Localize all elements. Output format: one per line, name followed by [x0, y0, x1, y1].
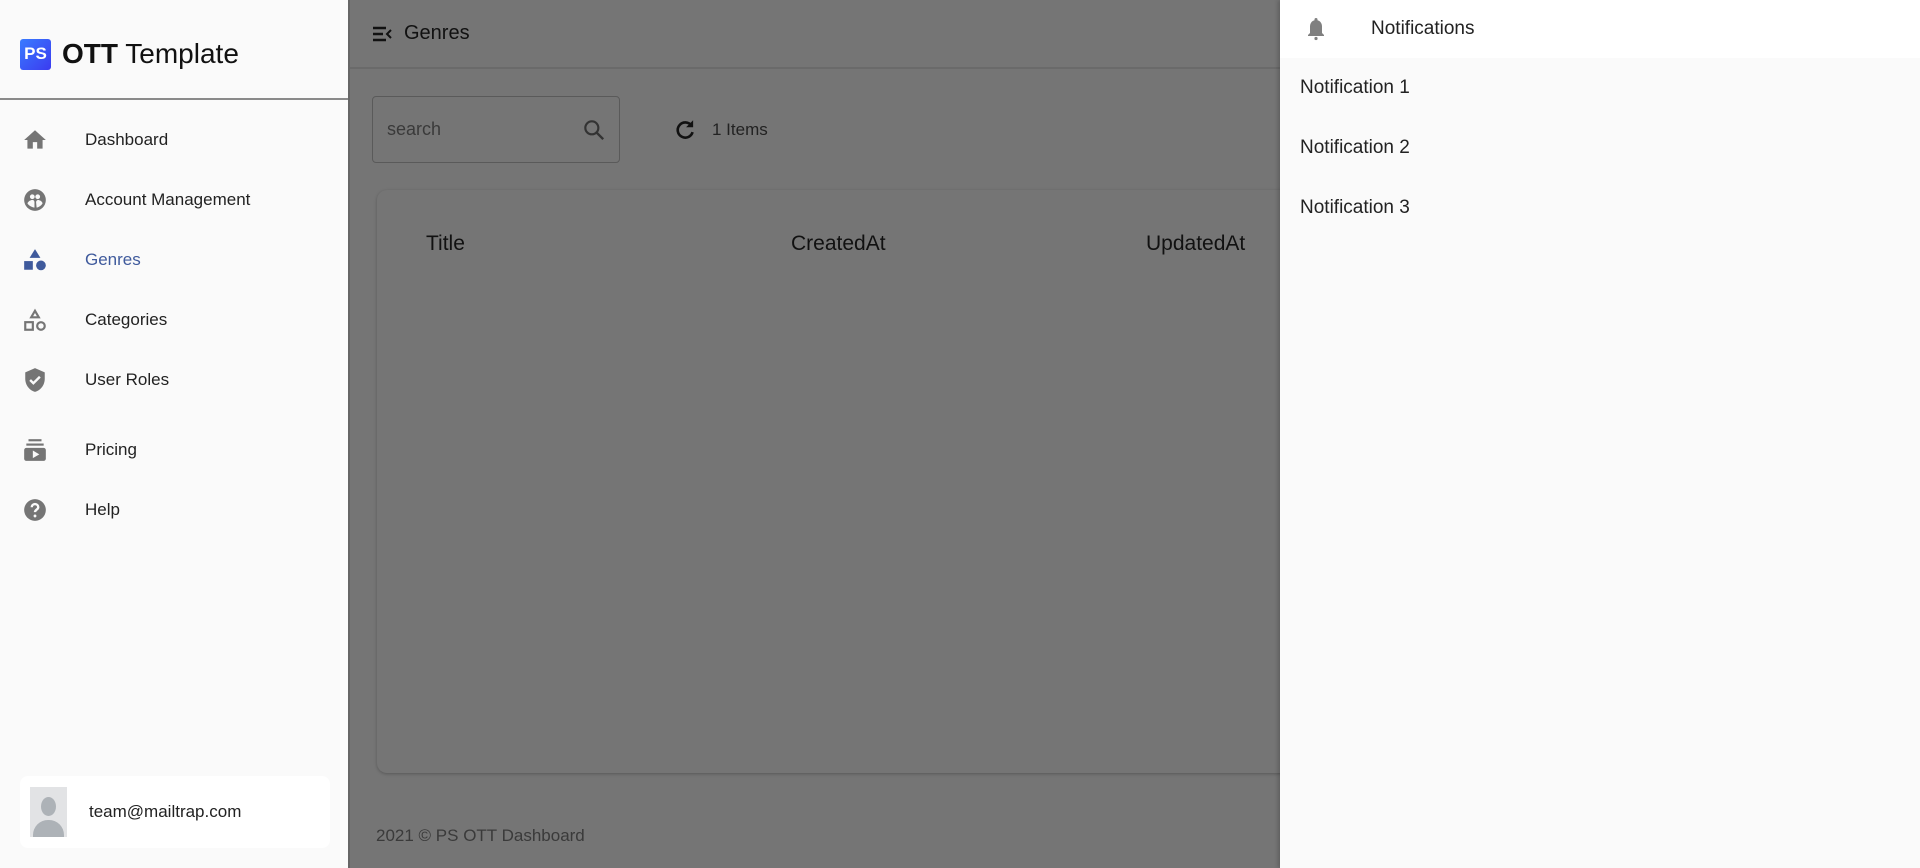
shapes-outline-icon [24, 308, 46, 331]
subscriptions-icon [24, 439, 46, 461]
sidebar-item-label: Help [85, 500, 120, 519]
shapes-icon [24, 249, 46, 271]
refresh-icon[interactable] [672, 117, 698, 143]
account-group-icon [24, 189, 46, 211]
app-title-bold: OTT [62, 38, 118, 69]
notifications-title: Notifications [1371, 18, 1475, 39]
bell-icon [1308, 18, 1324, 41]
search-input[interactable] [387, 119, 567, 140]
app-title-rest: Template [125, 38, 239, 69]
items-count: 1 Items [712, 120, 768, 139]
genres-table: Title CreatedAt UpdatedAt [377, 190, 1297, 773]
search-field[interactable] [372, 96, 620, 163]
notification-item[interactable]: Notification 1 [1280, 58, 1920, 118]
notifications-drawer: Notifications Notification 1 Notificatio… [1280, 0, 1920, 868]
column-header-title[interactable]: Title [426, 232, 465, 256]
user-card[interactable]: team@mailtrap.com [20, 776, 330, 848]
sidebar-item-label: Dashboard [85, 130, 169, 149]
sidebar-item-account-management[interactable]: Account Management [0, 175, 348, 225]
sidebar-item-label: User Roles [85, 370, 170, 389]
sidebar: PS OTT Template Dashboard Account Manage… [0, 0, 350, 868]
sidebar-item-help[interactable]: Help [0, 485, 348, 535]
notification-item[interactable]: Notification 2 [1280, 118, 1920, 178]
avatar [30, 787, 67, 837]
search-icon[interactable] [581, 117, 607, 143]
sidebar-item-user-roles[interactable]: User Roles [0, 355, 348, 405]
sidebar-item-genres[interactable]: Genres [0, 235, 348, 285]
logo-badge: PS [20, 38, 51, 70]
sidebar-item-label: Categories [85, 310, 168, 329]
notifications-header: Notifications [1280, 0, 1920, 58]
main-content: Genres 1 Items Title CreatedAt UpdatedAt… [350, 0, 1297, 868]
column-header-updatedat[interactable]: UpdatedAt [1146, 232, 1245, 256]
app-title: OTT Template [62, 38, 239, 70]
sidebar-item-label: Account Management [85, 190, 251, 209]
column-header-createdat[interactable]: CreatedAt [791, 232, 886, 256]
shield-check-icon [25, 368, 45, 392]
logo[interactable]: PS OTT Template [20, 38, 239, 70]
sidebar-item-pricing[interactable]: Pricing [0, 425, 348, 475]
top-bar: Genres [350, 0, 1280, 69]
sidebar-item-dashboard[interactable]: Dashboard [0, 115, 348, 165]
sidebar-item-categories[interactable]: Categories [0, 295, 348, 345]
home-icon [24, 130, 46, 149]
page-title: Genres [404, 22, 470, 44]
help-circle-icon [24, 499, 46, 521]
footer-text: 2021 © PS OTT Dashboard [376, 826, 585, 845]
divider [0, 98, 348, 100]
notification-item[interactable]: Notification 3 [1280, 178, 1920, 238]
menu-collapse-icon[interactable] [370, 22, 394, 46]
sidebar-item-label: Pricing [85, 440, 137, 459]
user-email: team@mailtrap.com [89, 802, 242, 821]
sidebar-item-label: Genres [85, 250, 141, 269]
